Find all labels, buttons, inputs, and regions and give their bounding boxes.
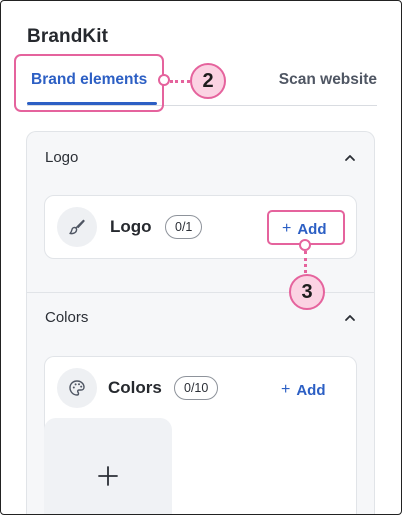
plus-icon: +: [281, 381, 291, 398]
logo-icon-container: [57, 207, 97, 247]
add-color-label: Add: [296, 381, 326, 399]
colors-icon-container: [57, 368, 97, 408]
callout-connector-ring: [299, 239, 311, 251]
tab-scan-website[interactable]: Scan website: [279, 71, 377, 89]
chevron-up-icon[interactable]: [344, 152, 356, 164]
plus-icon: [98, 466, 118, 486]
add-color-button[interactable]: + Add: [281, 381, 326, 399]
brush-icon: [69, 219, 85, 235]
callout-connector-line: [304, 251, 307, 273]
callout-badge-3: 3: [289, 274, 325, 310]
colors-section-header: Colors: [45, 309, 89, 326]
logo-card-title: Logo: [110, 217, 152, 236]
palette-icon: [69, 380, 85, 396]
callout-connector-ring: [158, 74, 170, 86]
callout-connector-line: [170, 80, 190, 83]
colors-count-badge: 0/10: [174, 376, 219, 400]
brandkit-window: BrandKit Brand elements Scan website 2 L…: [0, 0, 402, 515]
colors-card-title: Colors: [108, 378, 162, 397]
callout-highlight-tab: [14, 54, 164, 112]
page-title: BrandKit: [27, 26, 109, 47]
callout-badge-2: 2: [190, 63, 226, 99]
chevron-up-icon[interactable]: [344, 312, 356, 324]
add-color-tile[interactable]: [44, 418, 172, 514]
logo-section-header: Logo: [45, 149, 79, 166]
logo-count-badge: 0/1: [165, 215, 203, 239]
